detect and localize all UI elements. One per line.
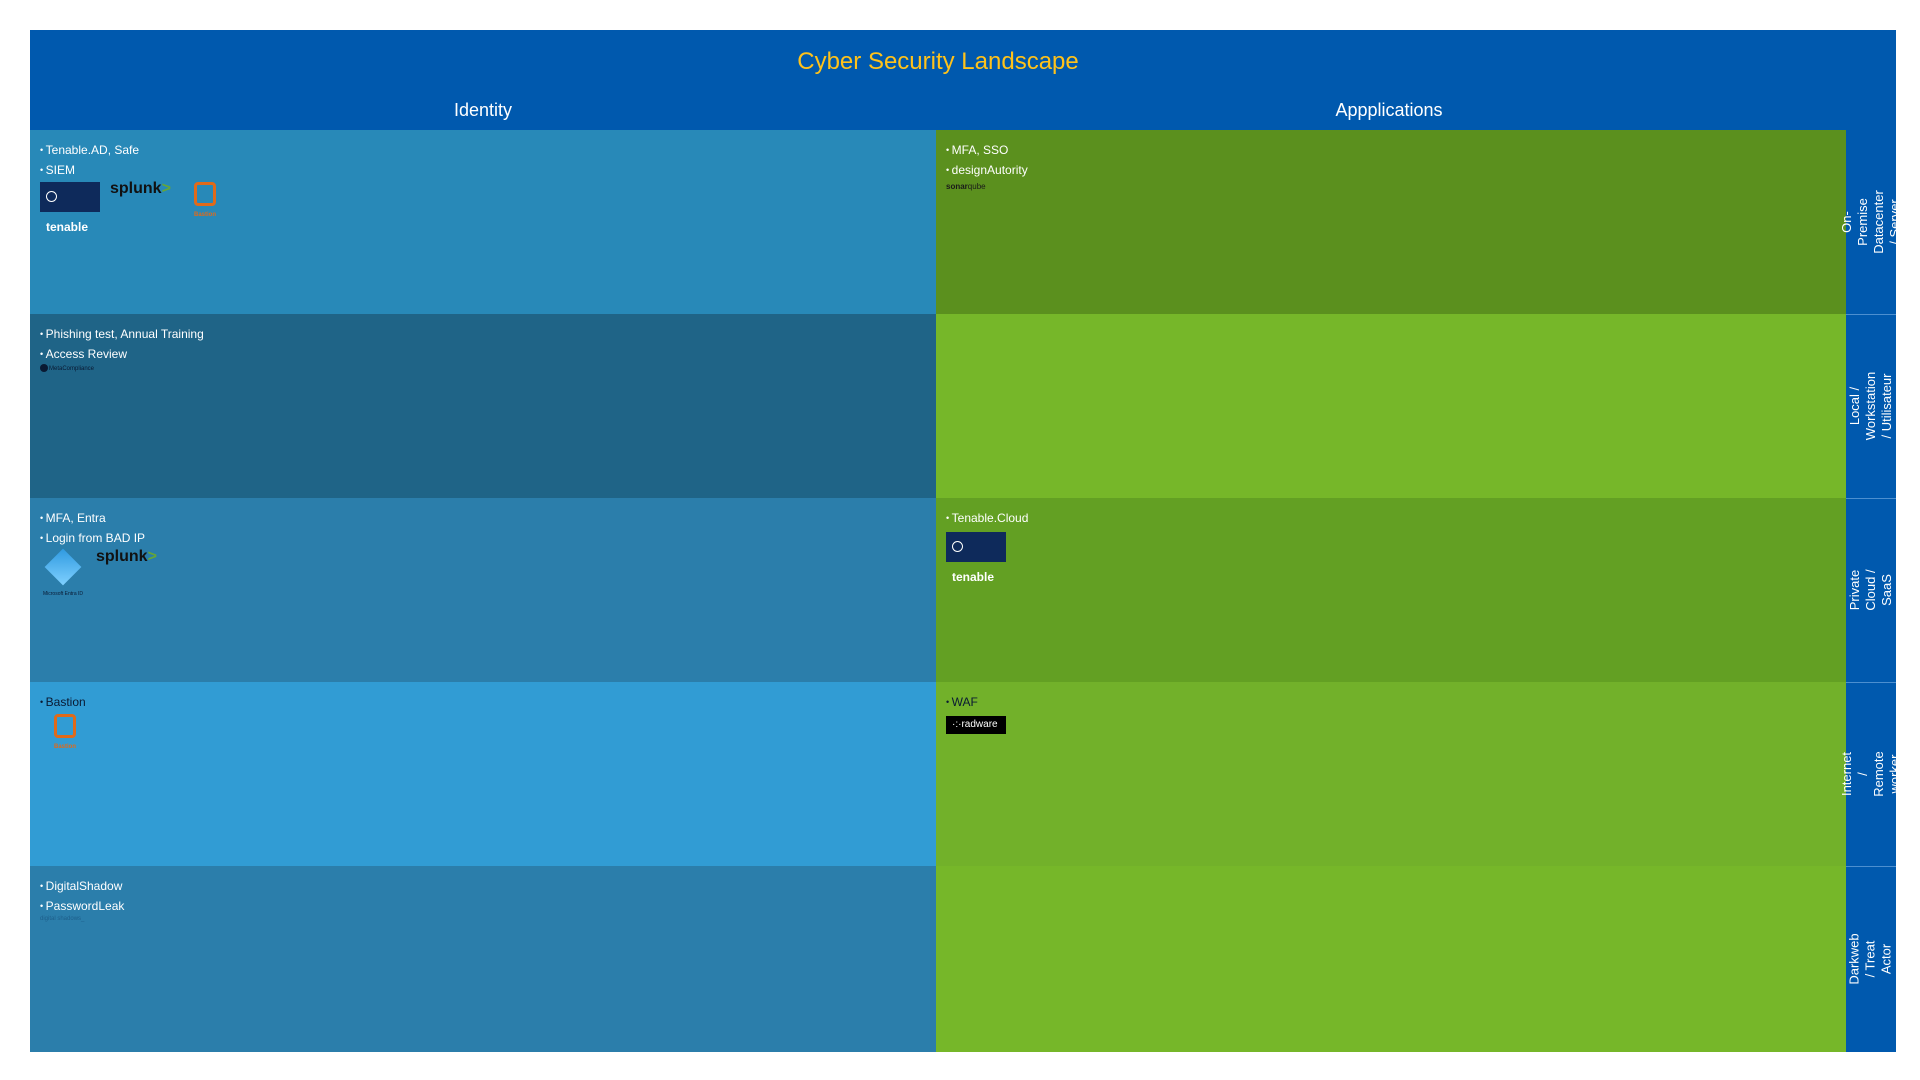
splunk-logo: splunk> — [96, 548, 157, 566]
row-label-internet: Internet / Remote worker — [1839, 682, 1902, 866]
cell-identity-cloud: MFA, Entra Login from BAD IP Microsoft E… — [30, 498, 936, 682]
row-label-cloud: Private Cloud / SaaS — [1846, 498, 1896, 682]
row-label-onprem: On-Premise Datacenter / Server — [1839, 130, 1902, 314]
logo-row: Bastion — [40, 714, 926, 760]
digitalshadows-logo: digital shadows_ — [40, 916, 85, 922]
radware-logo: ·:·radware — [946, 716, 1006, 734]
row-label-internet-text: Internet / Remote worker — [1839, 751, 1902, 797]
splunk-logo: splunk> — [110, 180, 171, 198]
splunk-chevron-icon: > — [147, 548, 157, 565]
row-label-onprem-text: On-Premise Datacenter / Server — [1839, 190, 1902, 254]
cell-apps-local — [936, 314, 1846, 498]
entra-logo: Microsoft Entra ID — [40, 548, 86, 597]
tenable-logo-text: tenable — [952, 570, 995, 584]
bastion-box-icon — [194, 182, 216, 206]
logo-row: ·:·radware — [946, 714, 1836, 760]
cell-identity-onprem: Tenable.AD, Safe SIEM tenable splunk> Ba… — [30, 130, 936, 314]
column-header-identity: Identity — [453, 100, 513, 120]
cell-apps-onprem: MFA, SSO designAutority sonarqube — [936, 130, 1846, 314]
cell-identity-internet-list: Bastion — [40, 692, 926, 712]
cell-identity-internet: Bastion Bastion — [30, 682, 936, 866]
column-header-applications: Appplications — [1335, 100, 1443, 120]
row-label-local: Local / Workstation / Utilisateur — [1846, 314, 1896, 498]
list-item: designAutority — [946, 160, 1836, 180]
list-item: MFA, Entra — [40, 508, 926, 528]
cell-identity-local: Phishing test, Annual Training Access Re… — [30, 314, 936, 498]
tenable-logo: tenable — [40, 182, 100, 234]
cell-identity-darkweb: DigitalShadow PasswordLeak digital shado… — [30, 866, 936, 1052]
bastion-logo: Bastion — [40, 714, 90, 750]
cell-identity-darkweb-list: DigitalShadow PasswordLeak — [40, 876, 926, 916]
list-item: Login from BAD IP — [40, 528, 926, 548]
sonarqube-logo-text-a: sonar — [946, 182, 968, 191]
row-label-local-text: Local / Workstation / Utilisateur — [1847, 371, 1895, 441]
row-label-darkweb: Darkweb / Treat Actor — [1846, 866, 1896, 1052]
list-item: PasswordLeak — [40, 896, 926, 916]
cell-identity-local-list: Phishing test, Annual Training Access Re… — [40, 324, 926, 364]
list-item: Access Review — [40, 344, 926, 364]
bastion-logo: Bastion — [180, 182, 230, 218]
metacompliance-dot-icon — [40, 364, 48, 372]
cell-apps-darkweb — [936, 866, 1846, 1052]
metacompliance-logo-text: MetaCompliance — [49, 366, 95, 372]
sonarqube-logo: sonarqube — [946, 182, 1836, 191]
splunk-logo-text: splunk — [110, 180, 162, 197]
bastion-box-icon — [54, 714, 76, 738]
entra-diamond-icon — [44, 548, 82, 586]
radware-logo-text: radware — [961, 719, 998, 730]
cell-apps-cloud: Tenable.Cloud tenable — [936, 498, 1846, 682]
landscape-frame: Cyber Security Landscape Identity Apppli… — [30, 30, 1902, 1052]
list-item: SIEM — [40, 160, 926, 180]
row-label-cloud-text: Private Cloud / SaaS — [1847, 569, 1894, 611]
list-item: WAF — [946, 692, 1836, 712]
sonarqube-logo-text-b: qube — [967, 182, 986, 191]
list-item: Bastion — [40, 692, 926, 712]
cell-apps-onprem-list: MFA, SSO designAutority — [946, 140, 1836, 180]
bastion-logo-text: Bastion — [193, 212, 216, 218]
splunk-chevron-icon: > — [161, 180, 171, 197]
cell-identity-cloud-list: MFA, Entra Login from BAD IP — [40, 508, 926, 548]
list-item: MFA, SSO — [946, 140, 1836, 160]
splunk-logo-text: splunk — [96, 548, 148, 565]
cell-apps-internet: WAF ·:·radware — [936, 682, 1846, 866]
entra-logo-text: Microsoft Entra ID — [42, 591, 83, 597]
tenable-logo-text: tenable — [46, 220, 89, 234]
cell-apps-cloud-list: Tenable.Cloud — [946, 508, 1836, 528]
bastion-logo-text: Bastion — [53, 744, 76, 750]
row-label-darkweb-text: Darkweb / Treat Actor — [1847, 933, 1895, 985]
cell-apps-internet-list: WAF — [946, 692, 1836, 712]
list-item: Tenable.Cloud — [946, 508, 1836, 528]
page-title: Cyber Security Landscape — [797, 48, 1079, 75]
list-item: DigitalShadow — [40, 876, 926, 896]
tenable-logo: tenable — [946, 532, 1006, 584]
logo-row: tenable — [946, 530, 1836, 584]
metacompliance-logo: MetaCompliance — [40, 364, 926, 372]
tenable-ring-icon — [952, 541, 963, 552]
list-item: Phishing test, Annual Training — [40, 324, 926, 344]
tenable-ring-icon — [46, 191, 57, 202]
logo-row: Microsoft Entra ID splunk> — [40, 548, 926, 597]
cell-identity-onprem-list: Tenable.AD, Safe SIEM — [40, 140, 926, 180]
logo-row: tenable splunk> Bastion — [40, 180, 926, 234]
list-item: Tenable.AD, Safe — [40, 140, 926, 160]
